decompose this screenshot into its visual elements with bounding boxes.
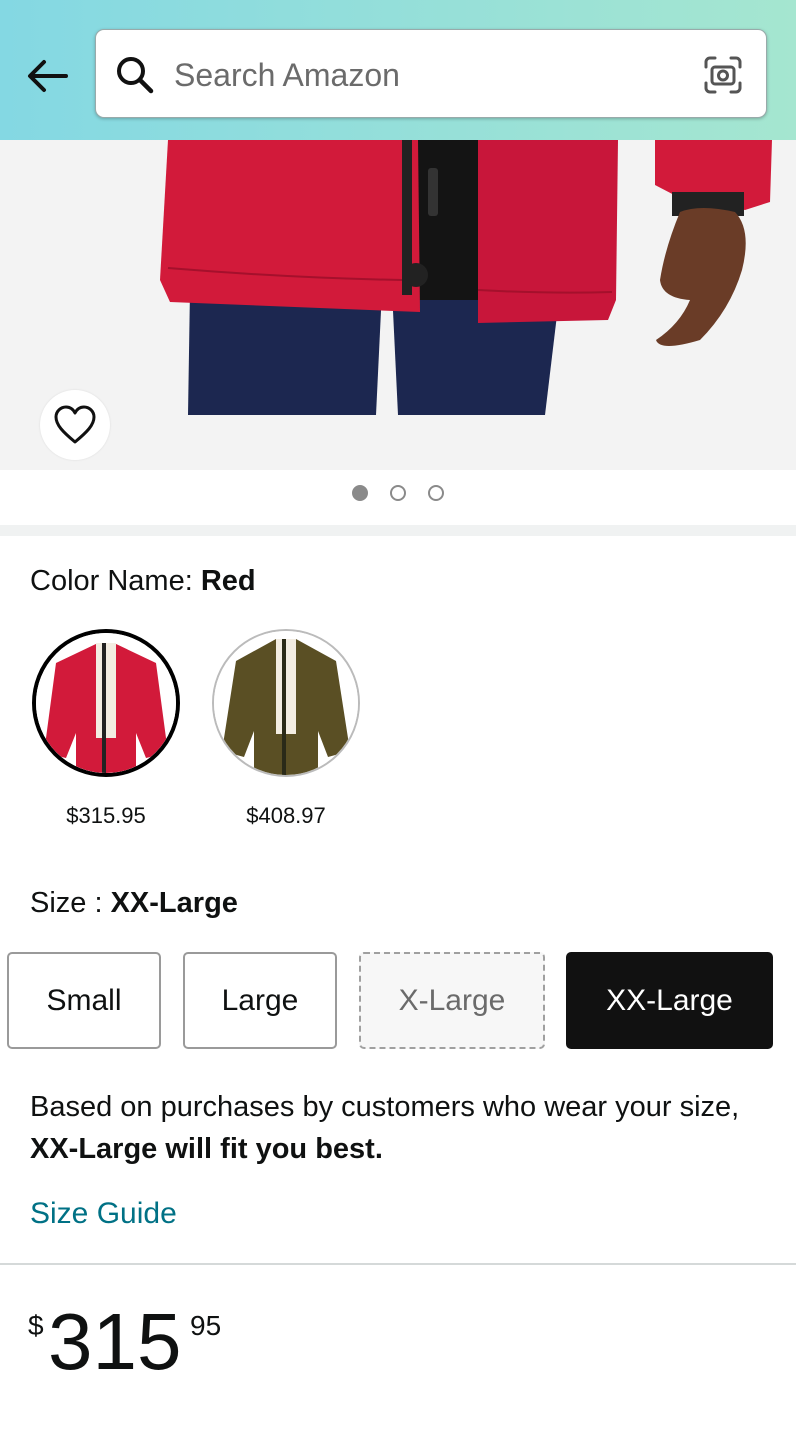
fit-recommendation-text: Based on purchases by customers who wear… bbox=[30, 1091, 740, 1123]
size-label: Size : XX-Large bbox=[30, 887, 238, 920]
product-image[interactable] bbox=[0, 140, 796, 470]
color-swatch-olive[interactable] bbox=[212, 629, 360, 777]
back-button[interactable] bbox=[22, 50, 72, 100]
price-fraction: 95 bbox=[190, 1310, 222, 1341]
fit-recommendation: Based on purchases by customers who wear… bbox=[30, 1086, 770, 1170]
color-label-text: Color Name: bbox=[30, 565, 193, 597]
size-selected-value: XX-Large bbox=[110, 887, 238, 919]
heart-outline-icon bbox=[54, 405, 96, 444]
olive-jacket-thumbnail bbox=[214, 631, 358, 775]
divider bbox=[0, 1263, 796, 1265]
fit-recommendation-size: XX-Large will fit you best. bbox=[30, 1133, 383, 1165]
size-option-xx-large[interactable]: XX-Large bbox=[566, 952, 773, 1049]
product-photo bbox=[160, 140, 772, 415]
carousel-dot[interactable] bbox=[428, 484, 444, 501]
size-label-text: Size : bbox=[30, 887, 103, 919]
size-option-small[interactable]: Small bbox=[7, 952, 161, 1049]
price-whole: 315 bbox=[48, 1297, 182, 1386]
red-jacket-thumbnail bbox=[36, 633, 176, 773]
search-input[interactable]: Search Amazon bbox=[95, 29, 767, 118]
color-swatch-red[interactable] bbox=[32, 629, 180, 777]
size-option-large[interactable]: Large bbox=[183, 952, 337, 1049]
wishlist-button[interactable] bbox=[40, 390, 110, 460]
carousel-dot[interactable] bbox=[352, 484, 368, 501]
arrow-left-icon bbox=[28, 60, 68, 92]
carousel-dot[interactable] bbox=[390, 484, 406, 501]
section-divider bbox=[0, 525, 796, 536]
swatch-price-olive: $408.97 bbox=[246, 803, 326, 828]
carousel-indicator bbox=[0, 484, 796, 508]
search-icon bbox=[117, 57, 154, 94]
size-option-x-large[interactable]: X-Large bbox=[359, 952, 545, 1049]
top-header: Search Amazon bbox=[0, 0, 796, 140]
price-currency: $ bbox=[28, 1310, 44, 1341]
search-placeholder: Search Amazon bbox=[174, 57, 400, 93]
camera-scan-icon[interactable] bbox=[702, 54, 744, 96]
size-guide-link[interactable]: Size Guide bbox=[30, 1197, 177, 1231]
color-name-label: Color Name: Red bbox=[30, 565, 256, 598]
color-selected-value: Red bbox=[200, 565, 256, 597]
swatch-price-red: $315.95 bbox=[66, 803, 146, 828]
